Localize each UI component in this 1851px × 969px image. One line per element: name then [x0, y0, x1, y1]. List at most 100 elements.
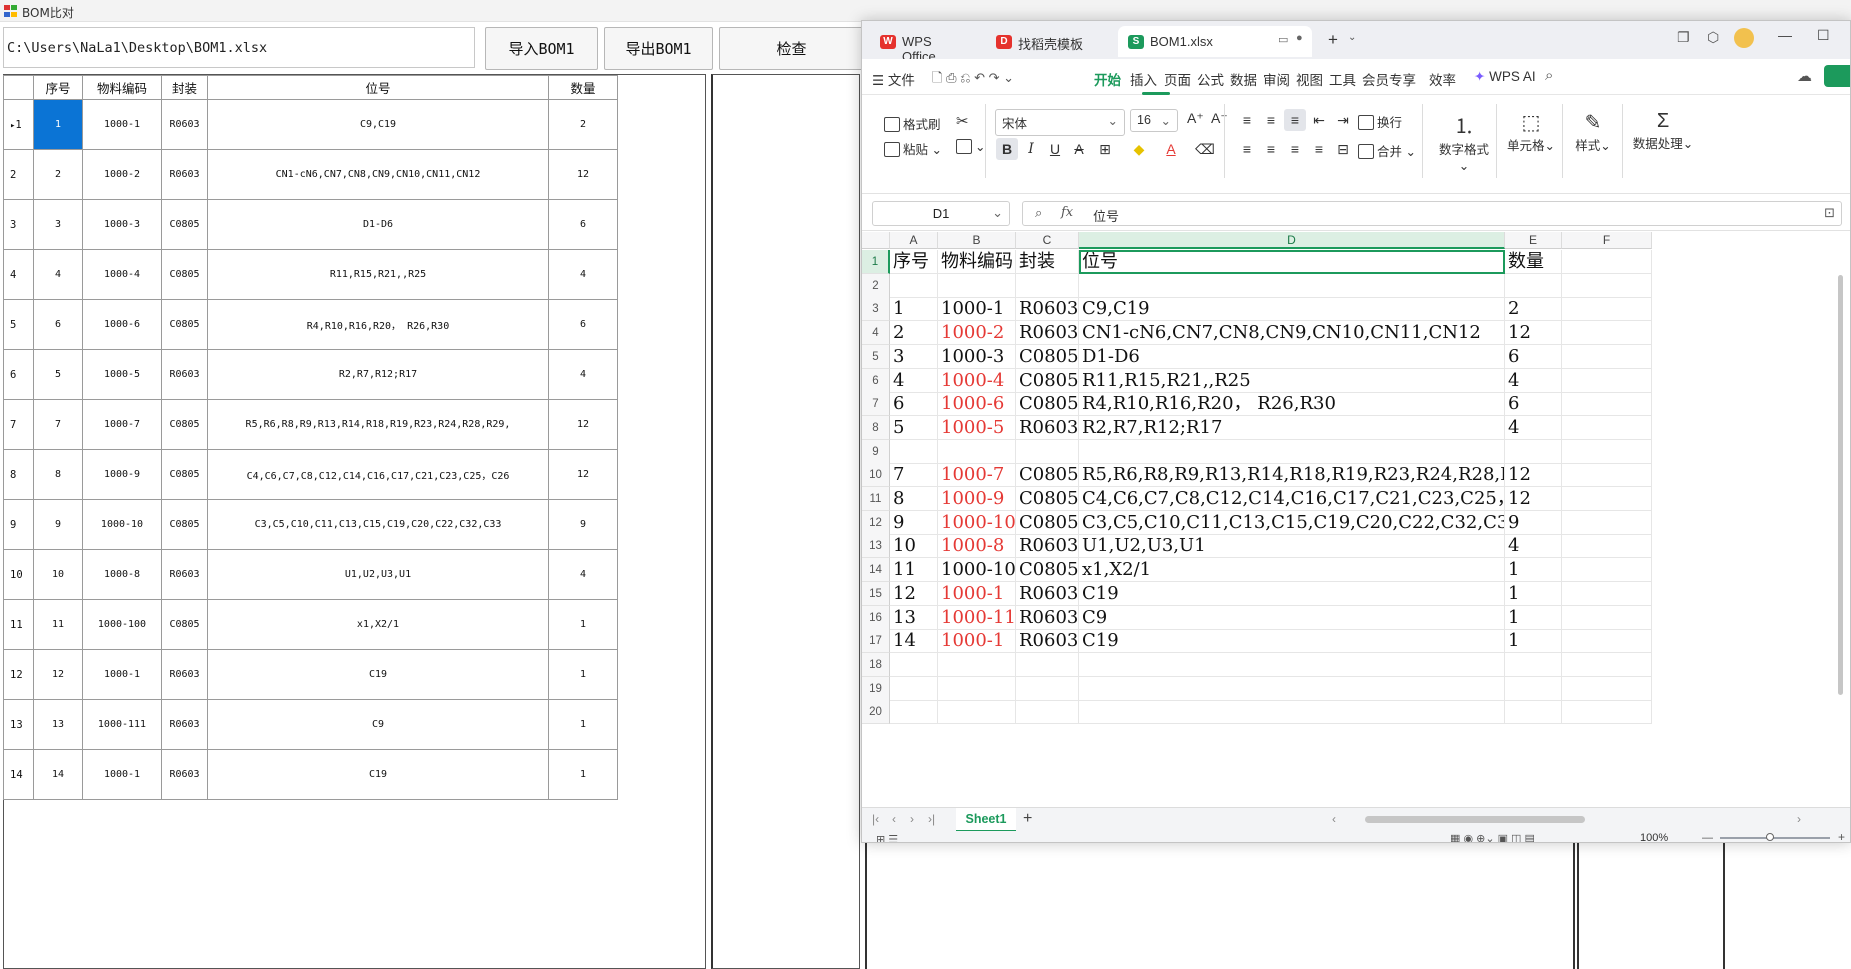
sheet-cell[interactable] [890, 652, 938, 677]
sheet-cell[interactable]: 1000-2 [938, 321, 1016, 346]
row-header[interactable]: 7 [862, 392, 890, 417]
number-format-button[interactable]: ⒈ 数字格式⌄ [1434, 110, 1494, 173]
sheet-cell[interactable] [1079, 652, 1505, 677]
sheet-cell[interactable] [1505, 700, 1562, 725]
sheet-cell[interactable]: C3,C5,C10,C11,C13,C15,C19,C20,C22,C32,C3… [1079, 510, 1505, 535]
sheet-cell[interactable] [938, 273, 1016, 298]
grid-row[interactable]: 6 5 1000-5 R0603 R2,R7,R12;R17 4 [3, 349, 618, 400]
increase-font-icon[interactable]: A⁺ [1187, 110, 1204, 127]
cell-position[interactable]: C19 [207, 649, 549, 700]
row-header-cell[interactable]: ▸1 [3, 99, 34, 150]
spreadsheet-grid[interactable]: ABCDEF 1 序号 物料编码 封装 位号 数量 2 3 1 1000-1 R0603 C9,C19… [862, 232, 1850, 807]
sheet-cell[interactable]: 7 [890, 463, 938, 488]
sheet-cell-empty[interactable] [1562, 439, 1652, 464]
sheet-cell-empty[interactable] [1562, 629, 1652, 654]
sheet-cell[interactable]: U1,U2,U3,U1 [1079, 534, 1505, 559]
indent-increase-icon[interactable]: ⇥ [1332, 109, 1354, 131]
col-header[interactable]: 数量 [548, 75, 618, 100]
sheet-cell[interactable]: 1000-5 [938, 415, 1016, 440]
grid-row[interactable]: 3 3 1000-3 C0805 D1-D6 6 [3, 199, 618, 250]
cell-position[interactable]: R4,R10,R16,R20， R26,R30 [207, 299, 549, 350]
sheet-cell[interactable]: R5,R6,R8,R9,R13,R14,R18,R19,R23,R24,R28,… [1079, 463, 1505, 488]
sheet-cell[interactable] [1016, 652, 1079, 677]
cell-seq[interactable]: 6 [33, 299, 83, 350]
row-header[interactable]: 10 [862, 463, 890, 488]
grid-row[interactable]: 14 14 1000-1 R0603 C19 1 [3, 749, 618, 800]
row-header[interactable]: 18 [862, 652, 890, 677]
sheet-cell[interactable]: 1000-10 [938, 510, 1016, 535]
cell-package[interactable]: R0603 [161, 699, 208, 750]
zoom-search-icon[interactable]: ⌕ [1035, 205, 1042, 221]
font-name-select[interactable]: 宋体 ⌄ [995, 109, 1125, 136]
menu-page[interactable]: 页面 [1164, 69, 1191, 89]
col-header[interactable]: 封装 [161, 75, 208, 100]
justify-icon[interactable]: ≡ [1308, 138, 1330, 160]
sheet-cell[interactable]: 物料编码 [938, 250, 1016, 274]
bom-grid-table[interactable]: 序号 物料编码 封装 位号 数量 ▸1 1 1000-1 R0603 C9,C19 2 2 2… [3, 75, 618, 800]
row-header[interactable]: 17 [862, 629, 890, 654]
sheet-cell[interactable]: 11 [890, 558, 938, 583]
sheet-cell[interactable] [938, 700, 1016, 725]
cell-qty[interactable]: 4 [548, 249, 618, 300]
sheet-cell-empty[interactable] [1562, 581, 1652, 606]
merge-button[interactable]: 合并 ⌄ [1358, 141, 1416, 160]
sheet-cell[interactable]: C0805 [1016, 487, 1079, 511]
sheet-cell[interactable]: C0805 [1016, 344, 1079, 369]
sheet-cell[interactable]: 12 [1505, 487, 1562, 511]
expand-formula-icon[interactable]: ⊡ [1824, 205, 1835, 221]
cell-seq[interactable]: 7 [33, 399, 83, 450]
sheet-cell[interactable]: 6 [1505, 344, 1562, 369]
sheet-cell[interactable]: C0805 [1016, 558, 1079, 583]
sheet-cell-empty[interactable] [1562, 487, 1652, 511]
view-mode-icons[interactable]: ▦ ◉ ⊕⌄ ▣ ◫ ▤ [1450, 832, 1535, 842]
sheet-cell[interactable]: 封装 [1016, 250, 1079, 274]
sheet-cell[interactable]: C0805 [1016, 463, 1079, 488]
zoom-out-icon[interactable]: — [1702, 832, 1713, 842]
sheet-cell[interactable]: 3 [890, 344, 938, 369]
sheet-cell[interactable]: 1 [1505, 629, 1562, 654]
cell-qty[interactable]: 6 [548, 299, 618, 350]
import-bom-button[interactable]: 导入BOM1 [485, 27, 598, 70]
cell-code[interactable]: 1000-2 [82, 149, 162, 200]
sheet-cell[interactable]: R0603 [1016, 415, 1079, 440]
status-left-icons[interactable]: ⊞ ☰ [876, 833, 898, 842]
hscroll-right-icon[interactable]: › [1797, 812, 1801, 826]
first-sheet-icon[interactable]: |‹ [872, 812, 879, 826]
menu-start[interactable]: 开始 [1094, 69, 1121, 89]
grid-row[interactable]: 2 2 1000-2 R0603 CN1-cN6,CN7,CN8,CN9,CN10,CN… [3, 149, 618, 200]
sheet-cell[interactable]: 1 [1505, 558, 1562, 583]
cell-qty[interactable]: 12 [548, 449, 618, 500]
col-header[interactable]: 序号 [33, 75, 83, 100]
prev-sheet-icon[interactable]: ‹ [892, 812, 896, 826]
cell-code[interactable]: 1000-100 [82, 599, 162, 650]
sheet-cell[interactable]: R4,R10,R16,R20， R26,R30 [1079, 392, 1505, 417]
eraser-icon[interactable]: ⌫ [1194, 138, 1216, 160]
col-header[interactable]: 物料编码 [82, 75, 162, 100]
menu-view[interactable]: 视图 [1296, 69, 1323, 89]
sheet-cell[interactable]: 4 [1505, 415, 1562, 440]
cell-package[interactable]: C0805 [161, 599, 208, 650]
sheet-cell[interactable] [1079, 273, 1505, 298]
row-header-cell[interactable]: 3 [3, 199, 34, 250]
sheet-cell[interactable]: C9 [1079, 605, 1505, 630]
add-sheet-icon[interactable]: + [1023, 810, 1032, 828]
scroll-thumb[interactable] [1838, 275, 1843, 695]
row-header[interactable]: 16 [862, 605, 890, 630]
cell-qty[interactable]: 12 [548, 399, 618, 450]
cell-package[interactable]: C0805 [161, 449, 208, 500]
column-header[interactable]: E [1505, 232, 1562, 249]
decrease-font-icon[interactable]: A⁻ [1211, 110, 1228, 127]
cell-qty[interactable]: 1 [548, 699, 618, 750]
zoom-in-icon[interactable]: + [1838, 830, 1845, 842]
sheet-cell-empty[interactable] [1562, 676, 1652, 701]
row-header-cell[interactable]: 14 [3, 749, 34, 800]
sheet-cell-empty[interactable] [1562, 534, 1652, 559]
sheet-cell[interactable]: CN1-cN6,CN7,CN8,CN9,CN10,CN11,CN12 [1079, 321, 1505, 346]
underline-button[interactable]: U [1044, 138, 1066, 160]
sheet-cell[interactable]: C19 [1079, 629, 1505, 654]
sheet-cell[interactable]: 1000-7 [938, 463, 1016, 488]
last-sheet-icon[interactable]: ›| [928, 812, 935, 826]
sheet-cell[interactable]: 1000-100 [938, 558, 1016, 583]
row-header-cell[interactable]: 2 [3, 149, 34, 200]
align-top-icon[interactable]: ≡ [1236, 109, 1258, 131]
